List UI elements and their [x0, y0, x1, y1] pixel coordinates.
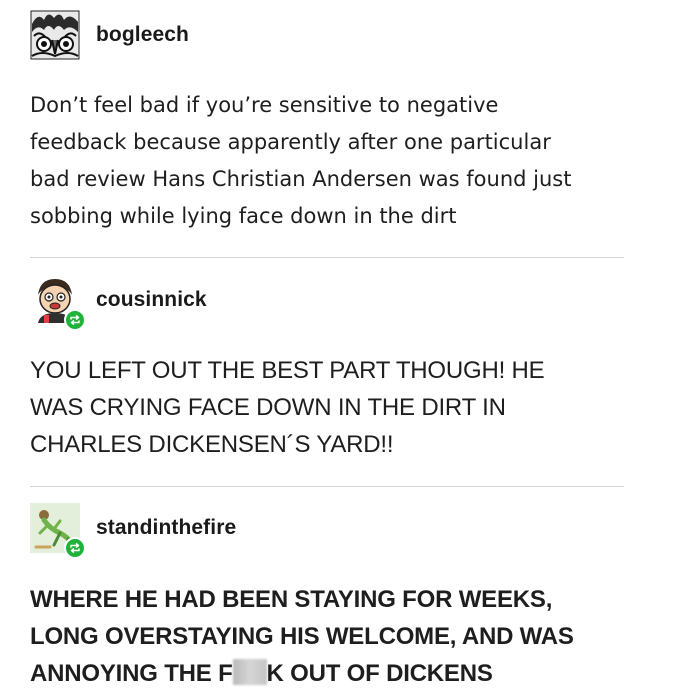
username[interactable]: cousinnick: [96, 288, 207, 312]
text-line: YOU LEFT OUT THE BEST PART THOUGH! HE: [30, 357, 545, 384]
avatar[interactable]: [30, 10, 80, 60]
text-line: ANNOYING THE F K OUT OF DICKENS: [30, 655, 624, 692]
text-fragment: ANNOYING THE F: [30, 660, 233, 687]
post-text: Don’t feel bad if you’re sensitive to ne…: [30, 87, 624, 235]
text-line: WAS CRYING FACE DOWN IN THE DIRT IN: [30, 394, 506, 421]
text-line: WHERE HE HAD BEEN STAYING FOR WEEKS,: [30, 586, 553, 613]
reblog-badge: [64, 309, 86, 331]
monster-face-icon: [30, 10, 80, 60]
text-line: feedback because apparently after one pa…: [30, 130, 551, 154]
post-text: WHERE HE HAD BEEN STAYING FOR WEEKS, LON…: [30, 581, 624, 692]
avatar[interactable]: [30, 275, 86, 331]
post-text: YOU LEFT OUT THE BEST PART THOUGH! HE WA…: [30, 352, 624, 463]
username[interactable]: standinthefire: [96, 516, 236, 540]
avatar[interactable]: [30, 503, 86, 559]
text-line: sobbing while lying face down in the dir…: [30, 204, 457, 228]
text-fragment: K OUT OF DICKENS: [266, 660, 493, 687]
reblog-badge: [64, 537, 86, 559]
text-line: bad review Hans Christian Andersen was f…: [30, 167, 572, 191]
text-line: LONG OVERSTAYING HIS WELCOME, AND WAS: [30, 623, 574, 650]
reblog-icon: [70, 315, 80, 325]
username[interactable]: bogleech: [96, 23, 189, 47]
text-line: Don’t feel bad if you’re sensitive to ne…: [30, 93, 499, 117]
reblog-icon: [70, 543, 80, 553]
text-line: CHARLES DICKENSEN´S YARD!!: [30, 431, 394, 458]
post-header: standinthefire: [30, 503, 236, 559]
post-divider: [30, 257, 624, 258]
post-divider: [30, 486, 624, 487]
post-header: cousinnick: [30, 275, 207, 331]
post-header: bogleech: [30, 10, 189, 60]
censor-blur: [232, 659, 267, 685]
